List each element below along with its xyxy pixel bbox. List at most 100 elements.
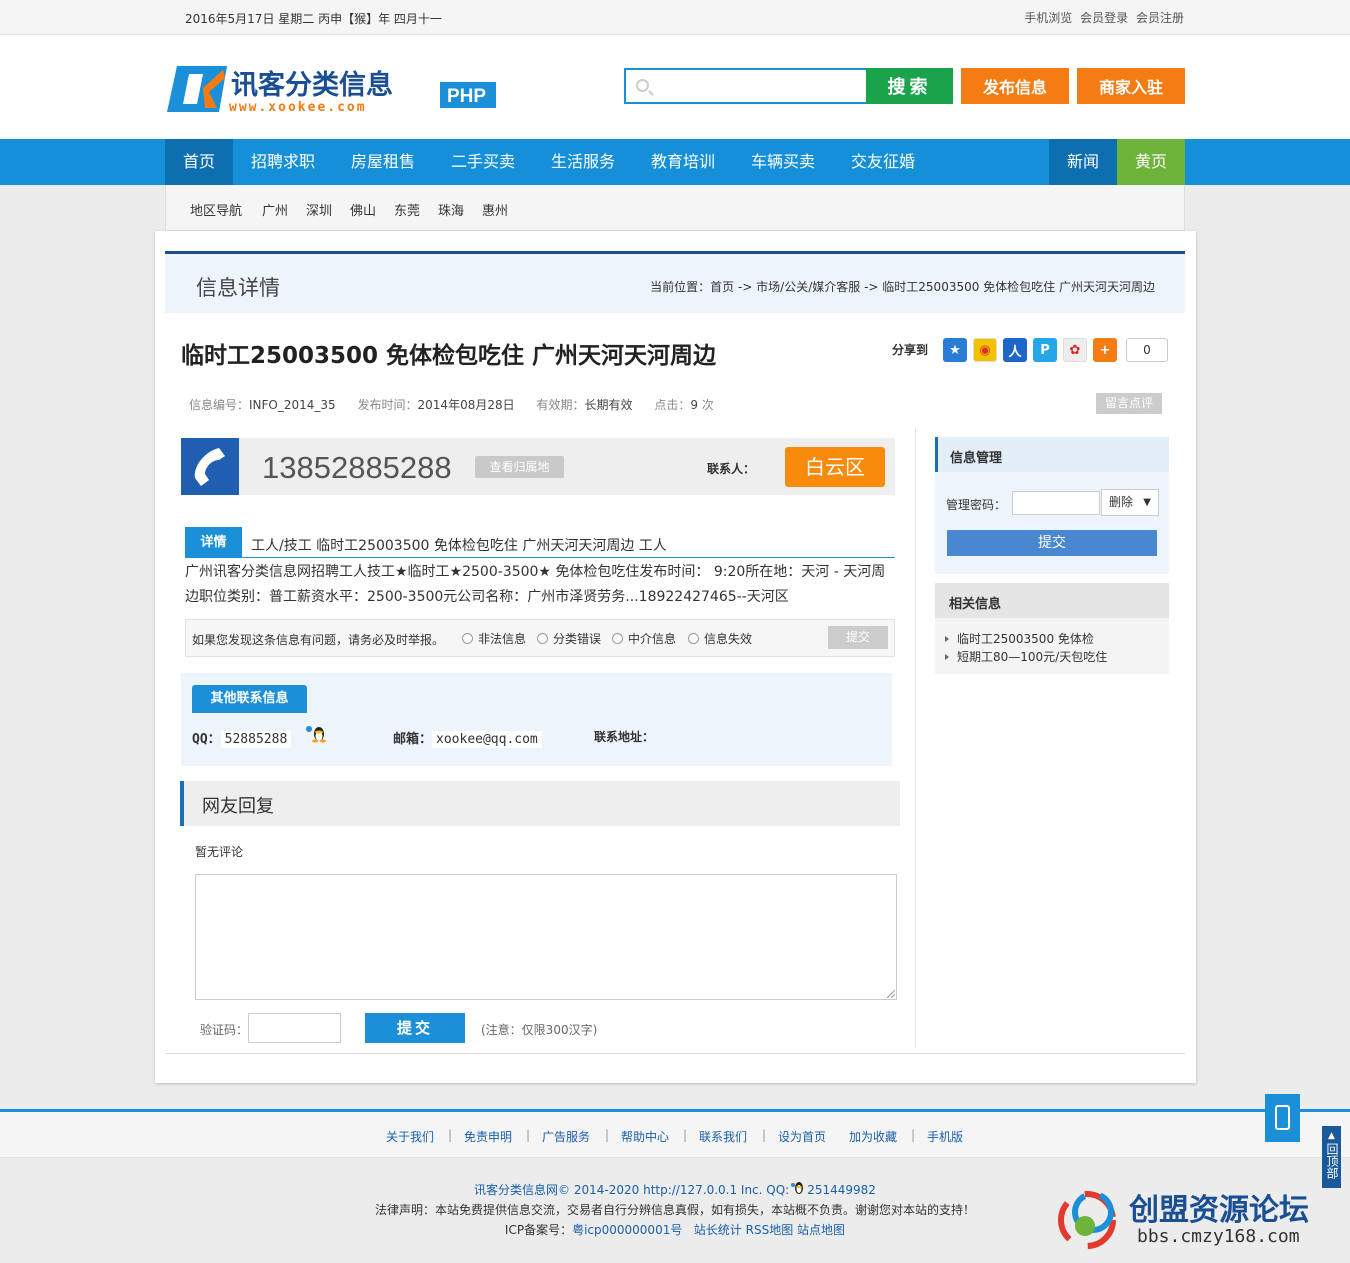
email-label: 邮箱： — [393, 732, 433, 747]
region-zhuhai[interactable]: 珠海 — [438, 200, 464, 219]
footer-link-about[interactable]: 关于我们 — [386, 1128, 434, 1145]
leave-comment-button[interactable]: 留言点评 — [1096, 393, 1162, 414]
nav-item-yellow-pages[interactable]: 黄页 — [1117, 139, 1185, 185]
qq-penguin-icon[interactable] — [305, 725, 326, 743]
report-option-label: 分类错误 — [553, 632, 602, 646]
icp-link[interactable]: 粤icp000000001号 — [572, 1223, 682, 1237]
share-more-icon[interactable]: + — [1093, 338, 1117, 362]
reply-heading: 网友回复 — [202, 796, 274, 817]
top-bar: 2016年5月17日 星期二 丙申【猴】年 四月十一 手机浏览 会员登录 会员注… — [0, 0, 1350, 35]
related-info-title: 相关信息 — [949, 597, 1002, 612]
post-meta: 信息编号：INFO_2014_35 发布时间：2014年08月28日 有效期：长… — [189, 396, 732, 413]
stats-link[interactable]: 站长统计 — [694, 1223, 742, 1237]
meta-time: 2014年08月28日 — [417, 398, 515, 412]
info-management-header: 信息管理 — [935, 437, 1169, 472]
back-to-top-label: 回顶部 — [1325, 1143, 1339, 1179]
related-info-header: 相关信息 — [935, 583, 1169, 618]
share-tencent-icon[interactable]: ✿ — [1063, 338, 1087, 362]
meta-time-label: 发布时间： — [357, 398, 418, 412]
meta-click-label: 点击： — [654, 398, 691, 412]
logo-url: www.xookee.com — [229, 100, 367, 115]
report-option-label: 非法信息 — [478, 632, 527, 646]
member-register-link[interactable]: 会员注册 — [1136, 11, 1184, 25]
captcha-input[interactable] — [248, 1013, 341, 1043]
footer-qq-icon[interactable] — [791, 1182, 805, 1194]
footer-separator: | — [762, 1128, 767, 1142]
report-option-wrong-category[interactable]: 分类错误 — [537, 630, 601, 647]
mobile-version-button[interactable] — [1265, 1094, 1300, 1142]
search-input[interactable] — [624, 68, 868, 104]
share-count: 0 — [1126, 338, 1168, 362]
nav-item-education[interactable]: 教育培训 — [640, 139, 726, 185]
resize-handle-icon[interactable] — [887, 990, 895, 998]
radio-icon — [612, 633, 623, 644]
reply-textarea[interactable] — [195, 874, 897, 1000]
footer-link-help[interactable]: 帮助中心 — [621, 1128, 669, 1145]
nav-item-vehicles[interactable]: 车辆买卖 — [740, 139, 826, 185]
region-guangzhou[interactable]: 广州 — [262, 200, 288, 219]
region-shenzhen[interactable]: 深圳 — [306, 200, 332, 219]
captcha-label: 验证码： — [200, 1023, 249, 1037]
detail-body: 广州讯客分类信息网招聘工人技工★临时工★2500-3500★ 免体检包吃住发布时… — [185, 564, 886, 605]
nav-item-secondhand[interactable]: 二手买卖 — [440, 139, 526, 185]
footer-qq-number[interactable]: 251449982 — [807, 1183, 876, 1197]
logo-badge: PHP — [447, 86, 486, 107]
manage-submit-button[interactable]: 提交 — [947, 530, 1157, 556]
nav-item-housing[interactable]: 房屋租售 — [340, 139, 426, 185]
nav-item-home[interactable]: 首页 — [165, 139, 233, 185]
footer-separator: | — [605, 1128, 610, 1142]
rss-link[interactable]: RSS地图 — [746, 1223, 794, 1237]
up-arrow-icon: ▲ — [1328, 1131, 1335, 1141]
report-option-agent[interactable]: 中介信息 — [612, 630, 676, 647]
report-option-expired[interactable]: 信息失效 — [688, 630, 752, 647]
member-login-link[interactable]: 会员登录 — [1080, 11, 1128, 25]
breadcrumb[interactable]: 当前位置：首页 -> 市场/公关/媒介客服 -> 临时工25003500 免体检… — [650, 278, 1155, 295]
footer-separator: | — [448, 1128, 453, 1142]
related-item[interactable]: 短期工80—100元/天包吃住 — [945, 648, 1107, 665]
page-title: 信息详情 — [196, 276, 280, 300]
check-location-button[interactable]: 查看归属地 — [475, 456, 564, 478]
meta-clicks: 9 — [690, 398, 698, 412]
copyright-text: 讯客分类信息网© 2014-2020 http://127.0.0.1 Inc.… — [474, 1183, 790, 1197]
email-value: xookee@qq.com — [432, 731, 542, 748]
footer-link-ads[interactable]: 广告服务 — [542, 1128, 590, 1145]
region-dongguan[interactable]: 东莞 — [394, 200, 420, 219]
meta-click-unit: 次 — [701, 398, 714, 412]
region-huizhou[interactable]: 惠州 — [482, 200, 508, 219]
nav-item-jobs[interactable]: 招聘求职 — [240, 139, 326, 185]
nav-item-dating[interactable]: 交友征婚 — [840, 139, 926, 185]
region-nav: 地区导航 广州 深圳 佛山 东莞 珠海 惠州 — [165, 185, 1185, 231]
footer-link-set-home[interactable]: 设为首页 — [778, 1128, 826, 1145]
share-qzone-icon[interactable]: ★ — [943, 338, 967, 362]
detail-underline — [242, 557, 895, 558]
merchant-join-button[interactable]: 商家入驻 — [1077, 68, 1185, 104]
report-submit-button[interactable]: 提交 — [828, 626, 888, 649]
share-renren-icon[interactable]: 人 — [1003, 338, 1027, 362]
reply-submit-button[interactable]: 提交 — [365, 1013, 465, 1043]
site-logo[interactable]: 讯客分类信息 www.xookee.com PHP — [167, 64, 507, 116]
sitemap-link[interactable]: 站点地图 — [797, 1223, 845, 1237]
mobile-phone-icon — [1275, 1105, 1290, 1130]
footer-link-bookmark[interactable]: 加为收藏 — [849, 1128, 897, 1145]
area-badge: 白云区 — [785, 447, 885, 487]
manage-password-input[interactable] — [1012, 491, 1100, 515]
contact-person-label: 联系人： — [707, 462, 756, 476]
manage-action-value: 删除 — [1109, 495, 1134, 509]
no-comment-text: 暂无评论 — [195, 845, 244, 859]
share-pengyou-icon[interactable]: P — [1033, 338, 1057, 362]
footer-link-contact[interactable]: 联系我们 — [699, 1128, 747, 1145]
report-text: 如果您发现这条信息有问题，请务必及时举报。 — [192, 633, 445, 647]
footer-link-mobile[interactable]: 手机版 — [927, 1128, 963, 1145]
manage-action-select[interactable]: 删除 ▼ — [1101, 489, 1159, 516]
email-field: 邮箱： xookee@qq.com — [393, 728, 542, 748]
report-option-illegal[interactable]: 非法信息 — [462, 630, 526, 647]
related-item[interactable]: 临时工25003500 免体检 — [945, 630, 1094, 647]
nav-item-life-services[interactable]: 生活服务 — [540, 139, 626, 185]
mobile-browse-link[interactable]: 手机浏览 — [1024, 11, 1072, 25]
share-weibo-icon[interactable]: ◉ — [973, 338, 997, 362]
post-info-button[interactable]: 发布信息 — [961, 68, 1069, 104]
region-foshan[interactable]: 佛山 — [350, 200, 376, 219]
nav-item-news[interactable]: 新闻 — [1049, 139, 1117, 185]
search-button[interactable]: 搜索 — [866, 68, 953, 104]
footer-link-disclaimer[interactable]: 免责申明 — [464, 1128, 512, 1145]
